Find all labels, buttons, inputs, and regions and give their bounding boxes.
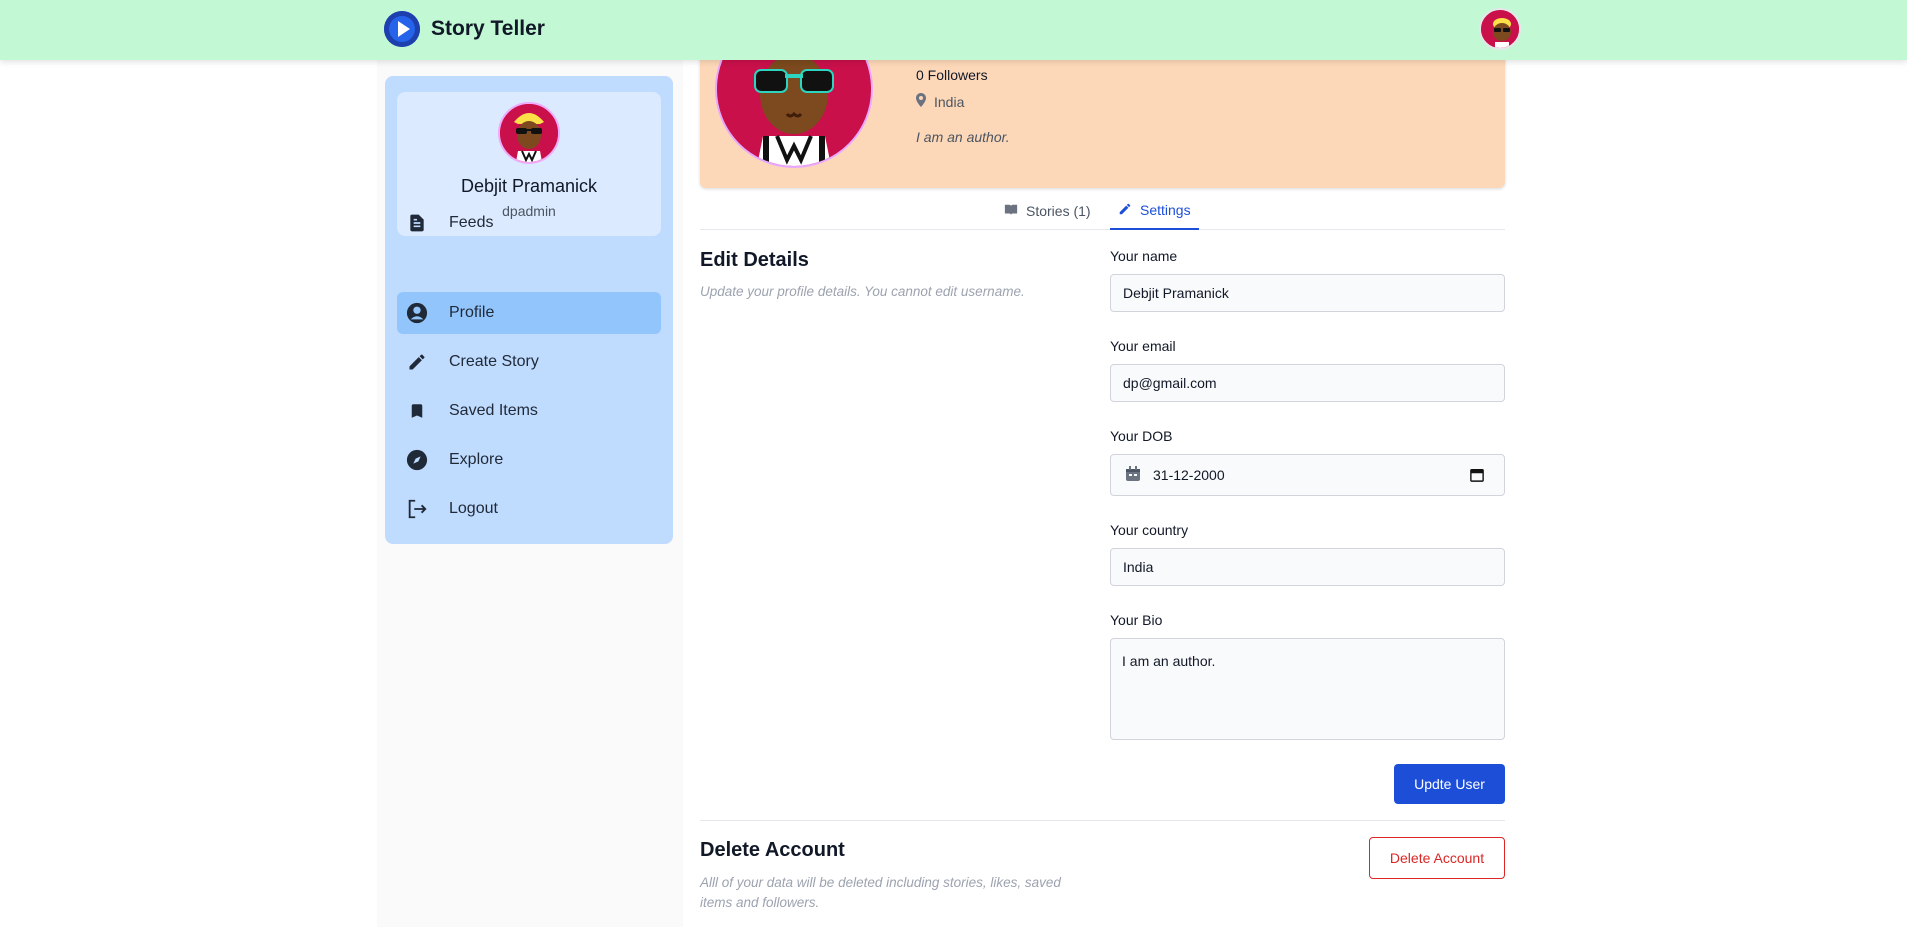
edit-details-title: Edit Details bbox=[700, 249, 809, 271]
country-field[interactable]: India bbox=[1110, 548, 1505, 586]
avatar[interactable] bbox=[498, 102, 560, 164]
location-pin-icon bbox=[916, 93, 926, 110]
bookmark-icon bbox=[405, 399, 429, 423]
tab-label: Stories (1) bbox=[1026, 203, 1091, 219]
calendar-icon bbox=[1125, 465, 1141, 485]
account-circle-icon bbox=[405, 301, 429, 325]
followers-count: 0 Followers bbox=[916, 67, 988, 83]
country-label: Your country bbox=[1110, 522, 1189, 538]
delete-account-title: Delete Account bbox=[700, 839, 845, 861]
pencil-icon bbox=[405, 350, 429, 374]
profile-bio: I am an author. bbox=[916, 129, 1010, 145]
sidebar: Debjit Pramanick dpadmin Feeds Profile C… bbox=[385, 76, 673, 544]
sidebar-item-label: Saved Items bbox=[449, 402, 538, 419]
sidebar-item-label: Feeds bbox=[449, 214, 494, 231]
logout-icon bbox=[405, 497, 429, 521]
delete-account-button[interactable]: Delete Account bbox=[1369, 837, 1505, 879]
update-user-button[interactable]: Updte User bbox=[1394, 764, 1505, 804]
delete-description-line1: Alll of your data will be deleted includ… bbox=[700, 875, 1061, 890]
delete-description-line2: items and followers. bbox=[700, 895, 820, 910]
sidebar-item-profile[interactable]: Profile bbox=[397, 292, 661, 334]
book-icon bbox=[1004, 203, 1018, 220]
tab-settings[interactable]: Settings bbox=[1110, 192, 1199, 230]
profile-header: 0 Followers India I am an author. bbox=[700, 40, 1505, 188]
section-divider bbox=[700, 820, 1505, 821]
profile-tabs: Stories (1) Settings bbox=[700, 192, 1505, 230]
date-picker-icon[interactable] bbox=[1470, 468, 1484, 485]
dob-field[interactable]: 31-12-2000 bbox=[1110, 454, 1505, 496]
sidebar-item-create-story[interactable]: Create Story bbox=[397, 341, 661, 383]
play-logo-icon bbox=[384, 11, 420, 47]
email-label: Your email bbox=[1110, 338, 1176, 354]
location-text: India bbox=[934, 93, 965, 110]
dob-label: Your DOB bbox=[1110, 428, 1173, 444]
brand[interactable]: Story Teller bbox=[384, 11, 545, 47]
name-field[interactable]: Debjit Pramanick bbox=[1110, 274, 1505, 312]
sidebar-item-saved-items[interactable]: Saved Items bbox=[397, 390, 661, 432]
tab-label: Settings bbox=[1140, 202, 1191, 218]
sidebar-item-label: Explore bbox=[449, 451, 504, 468]
feed-icon bbox=[405, 211, 429, 235]
tab-stories[interactable]: Stories (1) bbox=[996, 192, 1099, 230]
profile-location: India bbox=[916, 93, 964, 110]
bio-textarea[interactable]: I am an author. bbox=[1110, 638, 1505, 740]
compass-icon bbox=[405, 448, 429, 472]
bio-label: Your Bio bbox=[1110, 612, 1163, 628]
name-label: Your name bbox=[1110, 248, 1178, 264]
sidebar-user-name: Debjit Pramanick bbox=[460, 176, 598, 196]
user-avatar[interactable] bbox=[1479, 8, 1521, 50]
sidebar-item-label: Logout bbox=[449, 500, 498, 517]
edit-details-description: Update your profile details. You cannot … bbox=[700, 284, 1025, 299]
sidebar-item-label: Profile bbox=[449, 304, 495, 321]
sidebar-item-feeds[interactable]: Feeds bbox=[397, 202, 661, 244]
sidebar-item-logout[interactable]: Logout bbox=[397, 488, 661, 530]
dob-value: 31-12-2000 bbox=[1153, 467, 1225, 483]
pencil-icon bbox=[1118, 202, 1132, 219]
top-navbar: Story Teller bbox=[0, 0, 1907, 60]
sidebar-item-label: Create Story bbox=[449, 353, 539, 370]
sidebar-item-explore[interactable]: Explore bbox=[397, 439, 661, 481]
app-title: Story Teller bbox=[431, 17, 545, 40]
email-field[interactable]: dp@gmail.com bbox=[1110, 364, 1505, 402]
delete-account-description: Alll of your data will be deleted includ… bbox=[700, 873, 1061, 913]
